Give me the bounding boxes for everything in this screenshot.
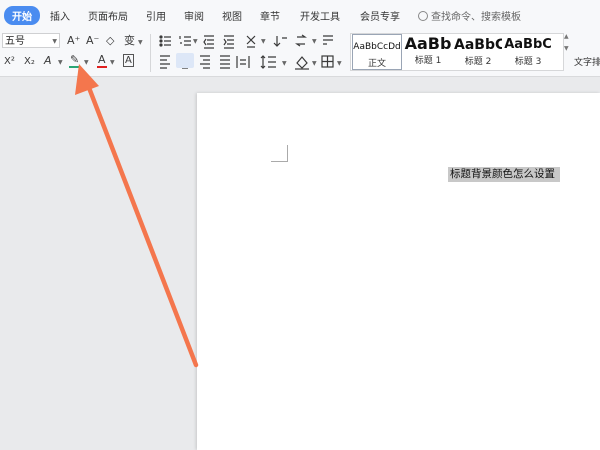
arrow-head bbox=[75, 64, 99, 95]
annotation-arrow bbox=[75, 64, 199, 368]
